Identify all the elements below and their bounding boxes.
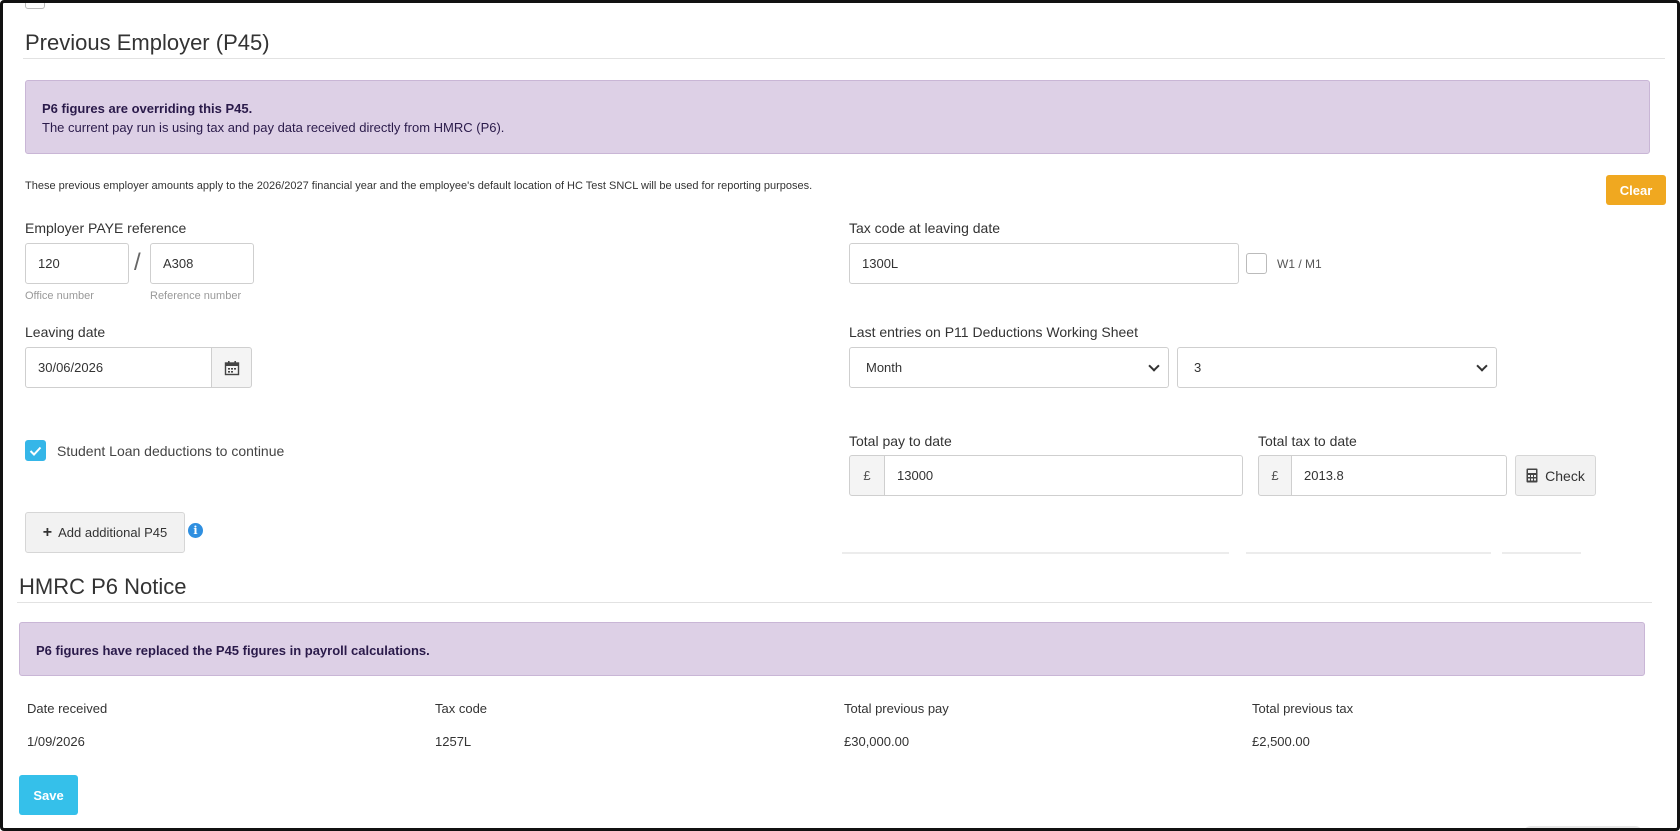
p45-section-title: Previous Employer (P45) — [25, 30, 270, 55]
reference-number-input[interactable]: A308 — [150, 243, 254, 284]
partial-scroll-element — [1523, 826, 1643, 828]
cutoff-row-line — [842, 552, 1229, 554]
plus-icon: + — [42, 523, 53, 541]
tax-code-label: Tax code at leaving date — [849, 220, 1000, 236]
checkmark-icon — [29, 446, 42, 456]
chevron-down-icon — [1476, 359, 1488, 372]
total-pay-value: 13000 — [897, 468, 934, 483]
p45-divider — [23, 58, 1665, 59]
employee-p45-form: Previous Employer (P45) P6 figures are o… — [0, 0, 1680, 831]
total-tax-value: 2013.8 — [1304, 468, 1344, 483]
p6-divider — [17, 602, 1652, 603]
period-type-value: Month — [866, 360, 903, 375]
p6-section-title: HMRC P6 Notice — [19, 574, 187, 599]
w1m1-checkbox[interactable] — [1246, 253, 1267, 274]
add-p45-label: Add additional P45 — [58, 525, 168, 540]
p6-override-alert-heading: P6 figures are overriding this P45. — [42, 101, 253, 116]
total-tax-label: Total tax to date — [1258, 433, 1357, 449]
p6-replaced-alert: P6 figures have replaced the P45 figures… — [19, 622, 1645, 676]
total-tax-currency: £ — [1258, 455, 1292, 496]
cell-total-previous-pay: £30,000.00 — [844, 734, 910, 749]
student-loan-checkbox[interactable] — [25, 440, 46, 461]
office-number-value: 120 — [38, 256, 60, 271]
save-button[interactable]: Save — [19, 775, 78, 815]
w1m1-label: W1 / M1 — [1277, 257, 1322, 271]
p6-override-alert-body: The current pay run is using tax and pay… — [42, 120, 505, 135]
col-total-previous-tax: Total previous tax — [1252, 701, 1354, 716]
total-pay-input[interactable]: 13000 — [884, 455, 1243, 496]
calendar-button[interactable] — [211, 347, 252, 388]
leaving-date-value: 30/06/2026 — [38, 360, 104, 375]
col-total-previous-pay: Total previous pay — [844, 701, 949, 716]
partial-checkbox-above[interactable] — [25, 3, 45, 9]
cell-total-previous-tax: £2,500.00 — [1252, 734, 1310, 749]
tax-code-value: 1300L — [862, 256, 899, 271]
cutoff-row-line — [1246, 552, 1491, 554]
add-additional-p45-button[interactable]: + Add additional P45 — [25, 512, 185, 553]
col-tax-code: Tax code — [435, 701, 488, 716]
period-number-select[interactable]: 3 — [1177, 347, 1497, 388]
reference-number-sublabel: Reference number — [150, 290, 242, 302]
cell-date-received: 1/09/2026 — [27, 734, 85, 749]
info-icon[interactable]: i — [188, 523, 203, 538]
student-loan-label: Student Loan deductions to continue — [57, 443, 285, 459]
total-pay-label: Total pay to date — [849, 433, 952, 449]
p6-replaced-alert-text: P6 figures have replaced the P45 figures… — [36, 643, 430, 658]
tax-code-input[interactable]: 1300L — [849, 243, 1239, 284]
leaving-date-label: Leaving date — [25, 324, 106, 340]
cutoff-row-line — [1502, 552, 1581, 554]
col-date-received: Date received — [27, 701, 108, 716]
financial-year-note: These previous employer amounts apply to… — [25, 180, 813, 192]
paye-reference-label: Employer PAYE reference — [25, 220, 187, 236]
clear-button[interactable]: Clear — [1606, 175, 1666, 205]
calculator-icon — [1526, 468, 1538, 483]
cell-tax-code: 1257L — [435, 734, 472, 749]
office-number-sublabel: Office number — [25, 290, 94, 302]
paye-separator: / — [134, 249, 141, 276]
reference-number-value: A308 — [163, 256, 194, 271]
last-entries-label: Last entries on P11 Deductions Working S… — [849, 324, 1138, 340]
total-pay-currency: £ — [849, 455, 885, 496]
check-button[interactable]: Check — [1515, 455, 1596, 496]
check-button-label: Check — [1545, 467, 1585, 484]
chevron-down-icon — [1148, 359, 1160, 372]
p6-override-alert: P6 figures are overriding this P45. The … — [25, 80, 1650, 154]
office-number-input[interactable]: 120 — [25, 243, 129, 284]
leaving-date-input[interactable]: 30/06/2026 — [25, 347, 212, 388]
total-tax-input[interactable]: 2013.8 — [1291, 455, 1507, 496]
period-number-value: 3 — [1194, 360, 1202, 375]
period-type-select[interactable]: Month — [849, 347, 1169, 388]
calendar-icon — [224, 360, 239, 375]
